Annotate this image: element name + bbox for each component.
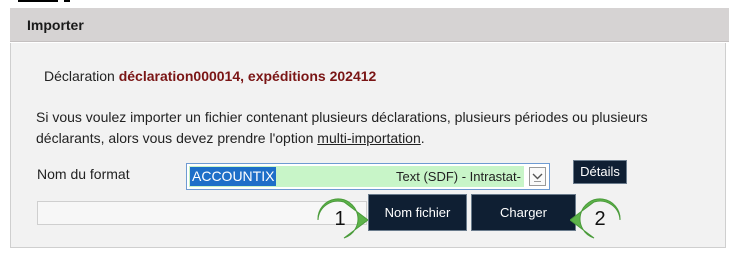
truncated-link xyxy=(18,0,58,2)
declaration-value: déclaration000014, expéditions 202412 xyxy=(118,68,377,84)
chevron-down-icon[interactable] xyxy=(529,167,546,186)
truncated-text xyxy=(64,0,70,2)
panel-title: Importer xyxy=(27,17,84,33)
format-code-value: ACCOUNTIX xyxy=(190,167,277,186)
file-name-button[interactable]: Nom fichier xyxy=(368,194,467,231)
format-code-cell: ACCOUNTIX xyxy=(189,166,392,187)
step-marker-2: 2 xyxy=(569,197,630,243)
format-select[interactable]: ACCOUNTIX Text (SDF) - Intrastat- xyxy=(186,163,550,190)
step-marker-1: 1 xyxy=(308,197,369,243)
load-button[interactable]: Charger xyxy=(471,194,576,231)
format-description-value: Text (SDF) - Intrastat- xyxy=(392,166,524,187)
details-button[interactable]: Détails xyxy=(573,160,627,184)
step-marker-2-number: 2 xyxy=(594,208,606,230)
multi-import-link[interactable]: multi-importation xyxy=(317,130,420,146)
format-label: Nom du format xyxy=(37,166,130,182)
info-text-end: . xyxy=(420,130,425,146)
step-marker-1-number: 1 xyxy=(334,208,346,230)
panel-header: Importer xyxy=(10,8,729,42)
declaration-line: Déclaration déclaration000014, expéditio… xyxy=(44,68,376,84)
top-strip xyxy=(0,0,729,8)
import-info-text: Si vous voulez importer un fichier conte… xyxy=(36,107,656,149)
declaration-label: Déclaration xyxy=(44,68,115,84)
